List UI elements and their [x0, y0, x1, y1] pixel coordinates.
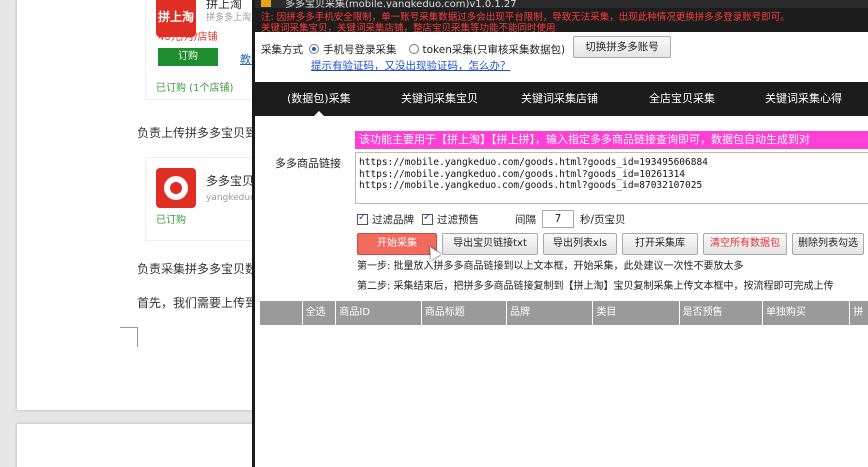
switch-account-button[interactable]: 切换拼多多账号 [573, 36, 671, 58]
tab-keyword-shop[interactable]: 关键词采集店铺 [521, 82, 598, 116]
card-price: 40元/月/店铺 [158, 32, 218, 43]
tab-keyword-goods[interactable]: 关键词采集宝贝 [401, 82, 478, 116]
title-bar: 多多宝贝采集(mobile.yangkeduo.com)v1.0.1.27 [255, 0, 868, 8]
radio-label[interactable]: 手机号登录采集 [323, 42, 397, 57]
radio-label[interactable]: token采集(只审核采集数据包) [423, 42, 566, 57]
doc-paragraph: 首先，我们需要上传到 [137, 296, 258, 310]
col-presale[interactable]: 是否预售 [680, 301, 763, 325]
col-single-buy[interactable]: 单独购买 [763, 301, 851, 325]
app-icon [261, 0, 271, 7]
link-line: https://mobile.yangkeduo.com/goods.html?… [359, 168, 686, 180]
radio-token[interactable] [408, 44, 419, 54]
col-brand[interactable]: 品牌 [507, 301, 594, 325]
tab-full-shop[interactable]: 全店宝贝采集 [649, 82, 715, 116]
interval-unit: 秒/页宝贝 [580, 213, 626, 226]
tab-keyword-tips[interactable]: 关键词采集心得 [765, 82, 842, 116]
delete-checked-button[interactable]: 删除列表勾选 [792, 233, 864, 255]
main-nav: (数据包)采集 关键词采集宝贝 关键词采集店铺 全店宝贝采集 关键词采集心得 [255, 82, 868, 117]
subscribed-status: 已订购 (1个店铺) [156, 83, 234, 94]
duoduo-logo-icon [156, 168, 196, 208]
collector-window: 多多宝贝采集(mobile.yangkeduo.com)v1.0.1.27 注:… [252, 0, 868, 467]
col-goods-title[interactable]: 商品标题 [422, 301, 508, 325]
link-line: https://mobile.yangkeduo.com/goods.html?… [359, 180, 703, 191]
filter-options-row: 过滤品牌 过滤预售 间隔 7 秒/页宝贝 [357, 210, 626, 228]
col-category[interactable]: 类目 [593, 301, 680, 325]
step-one-text: 第一步: 批量放入拼多多商品链接到以上文本框，开始采集，此处建议一次性不要放太多 [357, 261, 744, 272]
filter-brand-label[interactable]: 过滤品牌 [372, 212, 414, 227]
document-page [17, 424, 257, 467]
links-textarea[interactable]: https://mobile.yangkeduo.com/goods.html?… [355, 152, 868, 204]
table-header: 全选 商品ID 商品标题 品牌 类目 是否预售 单独购买 拼 [260, 301, 868, 325]
document-page: 拼上淘 拼上淘 拼多多上淘宝 40元/月/店铺 订购 教程 已订购 (1个店铺)… [17, 0, 278, 410]
col-goods-id[interactable]: 商品ID [336, 301, 422, 325]
col-index [260, 301, 303, 325]
clear-all-button[interactable]: 清空所有数据包 [703, 233, 787, 255]
warning-bar: 注: 因拼多多手机安全限制，单一账号采集数据过多会出现平台限制，导致无法采集，出… [255, 8, 868, 34]
filter-brand-checkbox[interactable] [357, 212, 368, 225]
mode-label: 采集方式 [261, 43, 303, 56]
link-line: https://mobile.yangkeduo.com/goods.html?… [359, 157, 708, 168]
open-library-button[interactable]: 打开采集库 [622, 233, 698, 255]
text-cursor-mark [120, 327, 138, 347]
doc-paragraph: 负责采集拼多多宝贝数 [137, 262, 258, 276]
notice-banner: 该功能主要用于【拼上淘】【拼上拼】，输入指定多多商品链接查询即可，数据包自动生成… [355, 131, 868, 149]
col-group-buy[interactable]: 拼 [850, 301, 868, 325]
doc-paragraph: 负责上传拼多多宝贝到 [137, 126, 258, 140]
window-title: 多多宝贝采集(mobile.yangkeduo.com)v1.0.1.27 [285, 0, 517, 8]
radio-phone-login[interactable] [309, 44, 319, 54]
step-two-text: 第二步: 采集结束后，把拼多多商品链接复制到【拼上淘】宝贝复制采集上传文本框中，… [357, 281, 834, 292]
subscribe-button[interactable]: 订购 [158, 48, 218, 66]
tab-package-collect[interactable]: (数据包)采集 [287, 82, 351, 117]
filter-presale-label[interactable]: 过滤预售 [437, 212, 479, 227]
col-select-all[interactable]: 全选 [303, 301, 337, 325]
interval-input[interactable]: 7 [542, 210, 574, 228]
links-label: 多多商品链接 [275, 157, 341, 170]
collect-mode-row: 采集方式 手机号登录采集 token采集(只审核采集数据包) [261, 40, 565, 58]
export-xls-button[interactable]: 导出列表xls [543, 233, 617, 255]
export-links-button[interactable]: 导出宝贝链接txt [442, 233, 538, 255]
subscribed-status: 已订购 [156, 215, 186, 226]
filter-presale-checkbox[interactable] [422, 212, 433, 225]
warning-text: 关键词采集宝贝，关键词采集店铺，整店宝贝采集等功能不能同时使用 [261, 23, 556, 34]
interval-label: 间隔 [515, 213, 536, 226]
captcha-help-link[interactable]: 提示有验证码，又没出现验证码，怎么办？ [311, 58, 511, 73]
